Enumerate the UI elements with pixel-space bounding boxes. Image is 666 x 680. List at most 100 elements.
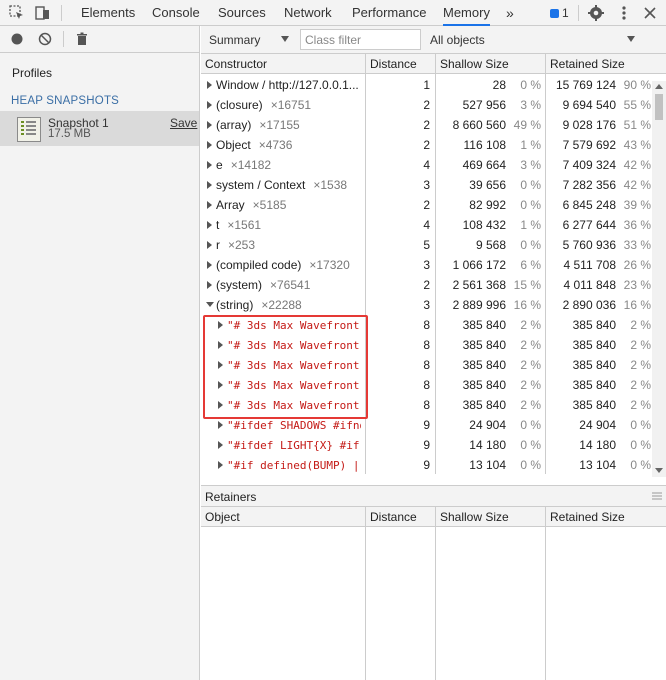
scroll-up-icon[interactable] <box>655 84 663 89</box>
shallow-size-value: 1 066 172 <box>452 258 506 272</box>
expand-arrow-icon[interactable] <box>207 181 212 189</box>
constructor-label: "#ifdef LIGHT{X} #if <box>227 439 360 452</box>
instance-count: ×14182 <box>230 158 272 172</box>
tab-performance[interactable]: Performance <box>352 0 426 26</box>
expand-arrow-icon[interactable] <box>218 421 223 429</box>
shallow-size-value: 116 108 <box>463 138 507 152</box>
tab-console[interactable]: Console <box>152 0 200 26</box>
retained-size-value: 385 840 <box>572 358 616 372</box>
shallow-size-value: 28 <box>492 78 506 92</box>
distance-value: 9 <box>423 418 430 432</box>
table-row[interactable]: (closure) ×16751 2 527 956 3 % 9 694 540 55 % <box>201 95 653 115</box>
expand-arrow-icon[interactable] <box>207 141 212 149</box>
expand-arrow-icon[interactable] <box>207 201 212 209</box>
toolbar-separator <box>63 31 64 47</box>
column-header-shallow-size[interactable]: Shallow Size <box>440 57 509 71</box>
table-row[interactable]: Array ×5185 2 82 992 0 % 6 845 248 39 % <box>201 195 653 215</box>
table-row[interactable]: Object ×4736 2 116 108 1 % 7 579 692 43 % <box>201 135 653 155</box>
retained-size-value: 7 282 356 <box>562 178 616 192</box>
shallow-size-value: 469 664 <box>462 158 506 172</box>
trash-icon[interactable] <box>75 32 89 46</box>
gear-icon[interactable] <box>587 4 605 22</box>
distance-value: 9 <box>423 458 430 472</box>
expand-arrow-icon[interactable] <box>218 461 223 469</box>
console-messages-badge[interactable]: 1 <box>550 6 569 20</box>
more-options-icon[interactable] <box>615 4 633 22</box>
shallow-size-value: 13 104 <box>469 458 506 472</box>
more-tabs-button[interactable]: » <box>506 0 514 26</box>
device-toolbar-icon[interactable] <box>33 4 51 22</box>
snapshot-item[interactable]: Snapshot 1 17.5 MB Save <box>0 111 199 146</box>
instance-count: ×4736 <box>258 138 293 152</box>
column-header-constructor[interactable]: Constructor <box>205 57 267 71</box>
tab-separator <box>578 5 579 21</box>
snapshot-icon <box>17 117 41 142</box>
expand-arrow-icon[interactable] <box>218 441 223 449</box>
column-header-distance[interactable]: Distance <box>370 510 417 524</box>
shallow-size-percent: 3 % <box>520 158 541 172</box>
table-row[interactable]: "#ifdef LIGHT{X} #if 9 14 180 0 % 14 180 0 % <box>201 435 653 455</box>
constructor-label: Array <box>216 198 245 212</box>
column-header-retained-size[interactable]: Retained Size <box>550 510 625 524</box>
tab-memory[interactable]: Memory <box>443 0 490 26</box>
snapshot-size: 17.5 MB <box>48 128 91 140</box>
table-row[interactable]: t ×1561 4 108 432 1 % 6 277 644 36 % <box>201 215 653 235</box>
inspect-element-icon[interactable] <box>8 4 26 22</box>
drag-handle-icon[interactable] <box>652 492 662 500</box>
distance-value: 4 <box>423 218 430 232</box>
distance-value: 3 <box>423 178 430 192</box>
expand-arrow-icon[interactable] <box>207 101 212 109</box>
retained-size-percent: 51 % <box>623 118 651 132</box>
shallow-size-value: 82 992 <box>469 198 506 212</box>
expand-arrow-icon[interactable] <box>207 241 212 249</box>
expand-arrow-icon[interactable] <box>207 81 212 89</box>
table-row[interactable]: system / Context ×1538 3 39 656 0 % 7 282 356… <box>201 175 653 195</box>
scroll-thumb[interactable] <box>655 94 663 120</box>
close-icon[interactable] <box>641 4 659 22</box>
retained-size-value: 385 840 <box>572 378 616 392</box>
save-snapshot-link[interactable]: Save <box>170 116 197 130</box>
table-row[interactable]: "#if defined(BUMP) || 9 13 104 0 % 13 104 0 % <box>201 455 653 475</box>
retained-size-percent: 33 % <box>623 238 651 252</box>
table-scrollbar[interactable] <box>652 81 666 477</box>
table-row[interactable]: r ×253 5 9 568 0 % 5 760 936 33 % <box>201 235 653 255</box>
tab-network[interactable]: Network <box>284 0 332 26</box>
table-row[interactable]: (system) ×76541 2 2 561 368 15 % 4 011 848 23 … <box>201 275 653 295</box>
table-row[interactable]: Window / http://127.0.0.1... 1 28 0 % 15 769… <box>201 75 653 95</box>
view-select[interactable]: Summary <box>209 33 260 47</box>
constructor-name: "#ifdef SHADOWS #ifnd <box>227 418 361 432</box>
expand-arrow-icon[interactable] <box>207 221 212 229</box>
distance-value: 8 <box>423 358 430 372</box>
tab-elements[interactable]: Elements <box>81 0 135 26</box>
distance-value: 4 <box>423 158 430 172</box>
column-header-shallow-size[interactable]: Shallow Size <box>440 510 509 524</box>
tab-sources[interactable]: Sources <box>218 0 266 26</box>
distance-value: 8 <box>423 318 430 332</box>
table-row[interactable]: e ×14182 4 469 664 3 % 7 409 324 42 % <box>201 155 653 175</box>
shallow-size-percent: 3 % <box>520 98 541 112</box>
class-filter-input[interactable]: Class filter <box>300 29 421 50</box>
record-icon[interactable] <box>10 32 24 46</box>
table-row[interactable]: (array) ×17155 2 8 660 560 49 % 9 028 176 51 % <box>201 115 653 135</box>
objects-filter-select[interactable]: All objects <box>430 33 485 47</box>
column-header-object[interactable]: Object <box>205 510 240 524</box>
shallow-size-percent: 0 % <box>520 458 541 472</box>
retained-size-value: 4 011 848 <box>563 278 617 292</box>
shallow-size-percent: 1 % <box>520 218 541 232</box>
expand-arrow-icon[interactable] <box>207 161 212 169</box>
retained-size-value: 5 760 936 <box>562 238 616 252</box>
table-row[interactable]: (string) ×22288 3 2 889 996 16 % 2 890 036 16 … <box>201 295 653 315</box>
retained-size-value: 6 277 644 <box>562 218 616 232</box>
clear-icon[interactable] <box>38 32 52 46</box>
tab-separator <box>61 5 62 21</box>
expand-arrow-icon[interactable] <box>207 121 212 129</box>
column-header-retained-size[interactable]: Retained Size <box>550 57 625 71</box>
constructor-name: system / Context ×1538 <box>216 178 361 192</box>
heap-snapshots-title: HEAP SNAPSHOTS <box>11 95 120 107</box>
table-row[interactable]: (compiled code) ×17320 3 1 066 172 6 % 4 511 … <box>201 255 653 275</box>
column-header-distance[interactable]: Distance <box>370 57 417 71</box>
expand-arrow-open-icon[interactable] <box>206 302 214 307</box>
expand-arrow-icon[interactable] <box>207 281 212 289</box>
expand-arrow-icon[interactable] <box>207 261 212 269</box>
scroll-down-icon[interactable] <box>655 468 663 473</box>
